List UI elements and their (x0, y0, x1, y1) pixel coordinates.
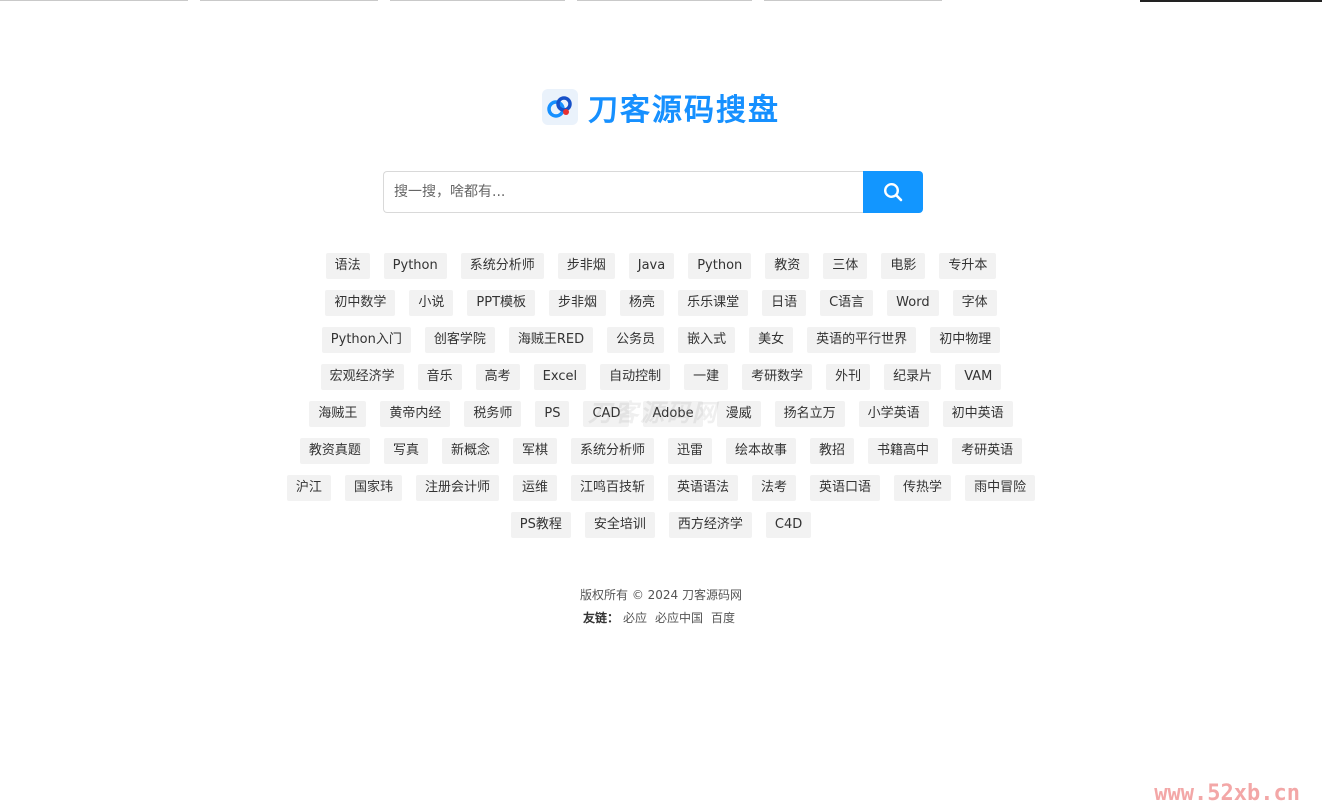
tag-row: Python入门 创客学院 海贼王RED 公务员 嵌入式 美女 英语的平行世界 初中物理 (321, 327, 1001, 353)
friend-link-bing[interactable]: 必应 (623, 611, 647, 625)
footer: 版权所有 © 2024 刀客源码网 友链： 必应 必应中国 百度 (0, 584, 1322, 630)
tag-link[interactable]: 初中数学 (325, 290, 396, 316)
tag-link[interactable]: 小学英语 (858, 401, 929, 427)
tag-link[interactable]: 步非烟 (549, 290, 607, 316)
tag-link[interactable]: 专升本 (939, 253, 997, 279)
tag-link[interactable]: 嵌入式 (678, 327, 736, 353)
tag-link[interactable]: 漫威 (716, 401, 761, 427)
tag-link[interactable]: C语言 (820, 290, 874, 316)
tag-link[interactable]: 系统分析师 (570, 438, 654, 464)
tag-link[interactable]: 外刊 (826, 364, 871, 390)
tag-link[interactable]: 西方经济学 (668, 512, 752, 538)
tag-link[interactable]: 黄帝内经 (380, 401, 451, 427)
tag-link[interactable]: PS教程 (510, 512, 571, 538)
tag-link[interactable]: 宏观经济学 (320, 364, 404, 390)
tag-link[interactable]: 系统分析师 (460, 253, 544, 279)
tag-link[interactable]: 创客学院 (424, 327, 495, 353)
tag-link[interactable]: 杨亮 (620, 290, 665, 316)
tag-link[interactable]: 音乐 (417, 364, 462, 390)
tag-link[interactable]: 教招 (810, 438, 855, 464)
page: 刀客源码搜盘 语法Python系统分析师步非烟JavaPython教资三体电影专… (0, 0, 1322, 812)
tag-link[interactable]: 小说 (409, 290, 454, 316)
tag-link[interactable]: 海贼王RED (508, 327, 594, 353)
tag-link[interactable]: 乐乐课堂 (678, 290, 749, 316)
tag-link[interactable]: 考研英语 (952, 438, 1023, 464)
tag-link[interactable]: Java (628, 253, 675, 279)
tag-link[interactable]: Word (887, 290, 939, 316)
tag-link[interactable]: Excel (533, 364, 587, 390)
tag-link[interactable]: 运维 (512, 475, 557, 501)
tag-link[interactable]: 沪江 (286, 475, 331, 501)
tag-link[interactable]: 雨中冒险 (965, 475, 1036, 501)
tag-link[interactable]: 扬名立万 (774, 401, 845, 427)
tag-row: PS教程 安全培训 西方经济学 C4D (510, 512, 812, 538)
tag-row: 语法 Python 系统分析师 步非烟 Java Python 教资 三体 电影 专升本 (325, 253, 997, 279)
friend-links: 友链： 必应 必应中国 百度 (0, 607, 1322, 630)
tag-link[interactable]: 安全培训 (584, 512, 655, 538)
tag-link[interactable]: 写真 (383, 438, 428, 464)
tag-link[interactable]: 公务员 (607, 327, 665, 353)
tag-link[interactable]: Python (688, 253, 752, 279)
friend-link-bing-cn[interactable]: 必应中国 (655, 611, 703, 625)
tag-link[interactable]: 新概念 (441, 438, 499, 464)
tag-link[interactable]: Python入门 (321, 327, 411, 353)
tag-link[interactable]: 考研数学 (742, 364, 813, 390)
tag-link[interactable]: 初中英语 (942, 401, 1013, 427)
tag-link[interactable]: 国家玮 (344, 475, 402, 501)
tag-link[interactable]: 英语语法 (668, 475, 739, 501)
copyright-text: 版权所有 © 2024 刀客源码网 (580, 588, 742, 602)
tag-link[interactable]: 军棋 (512, 438, 557, 464)
tag-link[interactable]: 三体 (823, 253, 868, 279)
tag-link[interactable]: PS (535, 401, 570, 427)
tag-link[interactable]: C4D (765, 512, 812, 538)
tag-link[interactable]: PPT模板 (467, 290, 536, 316)
tag-link[interactable]: 纪录片 (884, 364, 942, 390)
tag-link[interactable]: 步非烟 (557, 253, 615, 279)
tag-link[interactable]: 英语口语 (810, 475, 881, 501)
search-icon (883, 182, 903, 202)
tag-row: 沪江 国家玮 注册会计师 运维 江鸣百技斩 英语语法 法考 英语口语 传热学 雨中冒险 (286, 475, 1036, 501)
site-title: 刀客源码搜盘 (588, 93, 780, 128)
tag-link[interactable]: 江鸣百技斩 (570, 475, 654, 501)
tag-row: 初中数学 小说 PPT模板 步非烟 杨亮 乐乐课堂 日语 C语言 Word 字体 (325, 290, 997, 316)
tag-link[interactable]: 教资真题 (299, 438, 370, 464)
tag-row: 宏观经济学 音乐 高考 Excel 自动控制 一建 考研数学 外刊 纪录片 VAM (320, 364, 1002, 390)
tag-link[interactable]: 一建 (684, 364, 729, 390)
search-bar (383, 171, 923, 213)
tag-link[interactable]: 初中物理 (930, 327, 1001, 353)
tag-link[interactable]: 传热学 (894, 475, 952, 501)
tag-link[interactable]: 英语的平行世界 (807, 327, 917, 353)
tag-link[interactable]: 绘本故事 (726, 438, 797, 464)
tag-link[interactable]: 法考 (752, 475, 797, 501)
corner-watermark: www.52xb.cn (1154, 781, 1300, 806)
watermark: 刀客源码网 (588, 399, 718, 427)
tag-link[interactable]: 书籍高中 (868, 438, 939, 464)
tag-link[interactable]: 迅雷 (668, 438, 713, 464)
search-input[interactable] (383, 171, 863, 213)
tag-link[interactable]: 美女 (749, 327, 794, 353)
logo-icon (542, 89, 578, 125)
top-loading-bar (0, 0, 1322, 2)
tag-link[interactable]: 税务师 (464, 401, 522, 427)
friend-link-baidu[interactable]: 百度 (711, 611, 735, 625)
tag-link[interactable]: 字体 (952, 290, 997, 316)
search-button[interactable] (863, 171, 923, 213)
tag-row: 教资真题 写真 新概念 军棋 系统分析师 迅雷 绘本故事 教招 书籍高中 考研英语 (299, 438, 1023, 464)
tag-link[interactable]: Python (383, 253, 447, 279)
tag-link[interactable]: 高考 (475, 364, 520, 390)
tag-link[interactable]: 教资 (765, 253, 810, 279)
tag-link[interactable]: 日语 (762, 290, 807, 316)
tag-link[interactable]: 自动控制 (600, 364, 671, 390)
tag-link[interactable]: 海贼王 (309, 401, 367, 427)
tag-link[interactable]: VAM (955, 364, 1002, 390)
tag-link[interactable]: 电影 (881, 253, 926, 279)
tag-link[interactable]: 注册会计师 (415, 475, 499, 501)
site-logo[interactable]: 刀客源码搜盘 (0, 86, 1322, 128)
tag-link[interactable]: 语法 (325, 253, 370, 279)
friend-links-label: 友链： (582, 611, 619, 625)
